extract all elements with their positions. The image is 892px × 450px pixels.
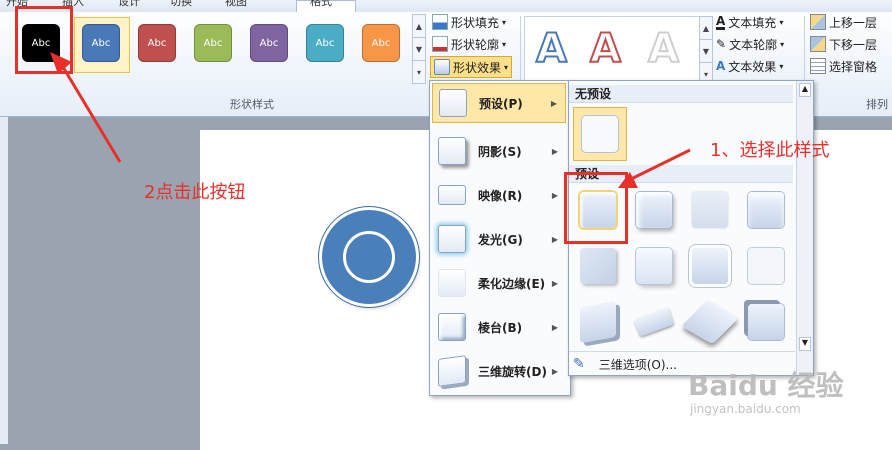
arrow-to-swatch	[58, 61, 122, 163]
arrow-to-preset	[624, 148, 691, 184]
baidu-watermark-url: jingyan.baidu.com	[690, 402, 801, 416]
baidu-watermark: Baidu 经验	[688, 369, 844, 402]
annotation-step2: 2点击此按钮	[144, 182, 246, 203]
arrowhead-preset	[618, 172, 638, 188]
annotation-step1: 1、选择此样式	[710, 140, 830, 161]
arrowhead-swatch	[50, 52, 72, 74]
